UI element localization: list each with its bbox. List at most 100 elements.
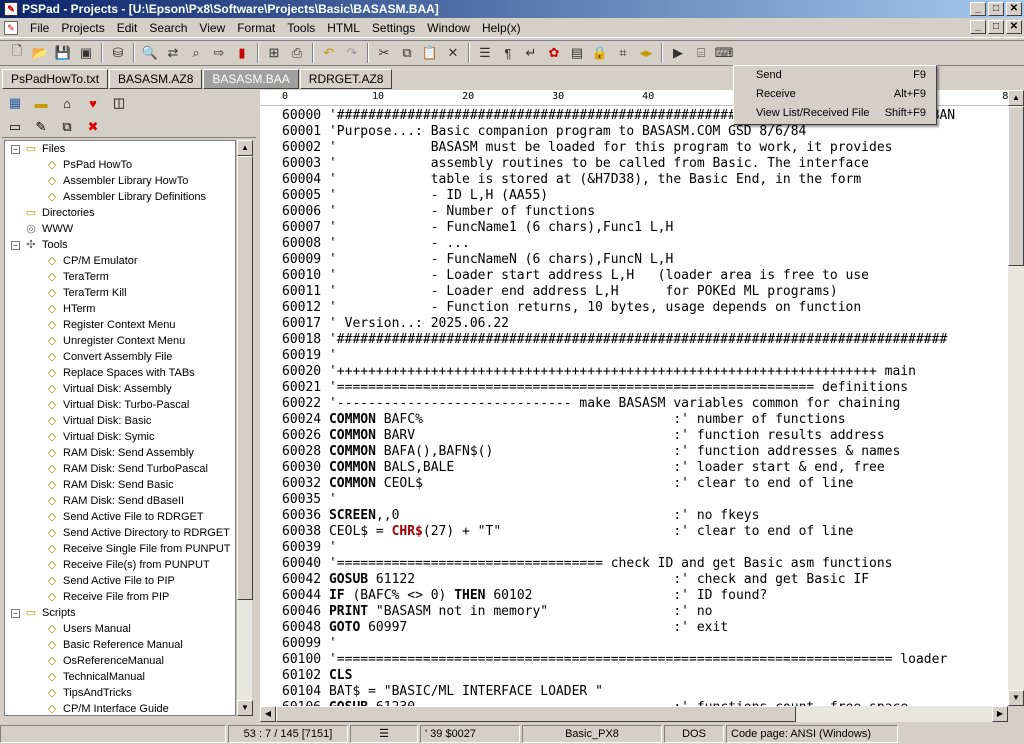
edit-item-icon[interactable]: ✎	[30, 117, 52, 137]
code-line[interactable]: 60022 '------------------------------ ma…	[282, 396, 1008, 412]
code-editor[interactable]: 01020304050607080 60000 '###############…	[260, 90, 1008, 706]
tree-item[interactable]: ◇ CP/M Interface Guide	[5, 701, 235, 715]
project-icon[interactable]: ⛁	[107, 42, 129, 64]
menu-settings[interactable]: Settings	[366, 19, 421, 37]
code-line[interactable]: 60021 '=================================…	[282, 380, 1008, 396]
code-line[interactable]: 60012 ' - Function returns, 10 bytes, us…	[282, 300, 1008, 316]
menu-tools[interactable]: Tools	[281, 19, 321, 37]
cut-icon[interactable]: ✂	[373, 42, 395, 64]
code-line[interactable]: 60001 'Purpose...: Basic companion progr…	[282, 124, 1008, 140]
scroll-down-icon[interactable]: ▼	[1008, 690, 1024, 706]
code-line[interactable]: 60044 IF (BAFC% <> 0) THEN 60102 :' ID f…	[282, 588, 1008, 604]
tree-item[interactable]: ◇ TechnicalManual	[5, 669, 235, 685]
code-line[interactable]: 60007 ' - FuncName1 (6 chars),Func1 L,H	[282, 220, 1008, 236]
scroll-up-icon[interactable]: ▲	[1008, 90, 1024, 106]
copy-icon[interactable]: ⧉	[396, 42, 418, 64]
copy-item-icon[interactable]: ⧉	[56, 117, 78, 137]
code-line[interactable]: 60020 '+++++++++++++++++++++++++++++++++…	[282, 364, 1008, 380]
favorites-icon[interactable]: ♥	[82, 93, 104, 113]
menu-edit[interactable]: Edit	[111, 19, 144, 37]
tree-item[interactable]: ◇ RAM Disk: Send TurboPascal	[5, 461, 235, 477]
tree-item[interactable]: ◇ Virtual Disk: Turbo-Pascal	[5, 397, 235, 413]
code-explorer-icon[interactable]: ▤	[566, 42, 588, 64]
undo-icon[interactable]: ↶	[318, 42, 340, 64]
tab-rdrget-az8[interactable]: RDRGET.AZ8	[299, 69, 393, 89]
tree-item[interactable]: ◇ TeraTerm Kill	[5, 285, 235, 301]
preview-icon[interactable]: ⊞	[263, 42, 285, 64]
tree-item[interactable]: ◇ Virtual Disk: Assembly	[5, 381, 235, 397]
menu-item-view-list[interactable]: View List/Received File Shift+F9	[734, 104, 936, 123]
menu-file[interactable]: File	[24, 19, 55, 37]
code-line[interactable]: 60040 '=================================…	[282, 556, 1008, 572]
code-line[interactable]: 60011 ' - Loader end address L,H for POK…	[282, 284, 1008, 300]
tree-item[interactable]: ◇ TeraTerm	[5, 269, 235, 285]
save-all-icon[interactable]: ▣	[75, 42, 97, 64]
tree-item[interactable]: ◇ RAM Disk: Send Basic	[5, 477, 235, 493]
redo-icon[interactable]: ↷	[341, 42, 363, 64]
editor-hscroll-thumb[interactable]	[276, 706, 796, 722]
hex-icon[interactable]: ⌗	[612, 42, 634, 64]
tree-item[interactable]: ◇ Users Manual	[5, 621, 235, 637]
close-button[interactable]: ✕	[1006, 2, 1022, 16]
tree-item[interactable]: − ▭ Scripts	[5, 605, 235, 621]
menu-help[interactable]: Help(x)	[476, 19, 527, 37]
code-line[interactable]: 60006 ' - Number of functions	[282, 204, 1008, 220]
print-icon[interactable]: ⎙	[286, 42, 308, 64]
pspad-app-icon[interactable]: ✎	[4, 2, 18, 16]
code-line[interactable]: 60010 ' - Loader start address L,H (load…	[282, 268, 1008, 284]
tree-item[interactable]: ◇ Receive Single File from PUNPUT	[5, 541, 235, 557]
lock-icon[interactable]: 🔒	[589, 42, 611, 64]
code-line[interactable]: 60099 '	[282, 636, 1008, 652]
scroll-right-icon[interactable]: ▶	[992, 706, 1008, 722]
tree-item[interactable]: ▭ Directories	[5, 205, 235, 221]
tree-item[interactable]: ◇ OsReferenceManual	[5, 653, 235, 669]
tree-expander-icon[interactable]: −	[11, 240, 20, 250]
tree-item[interactable]: ◇ Register Context Menu	[5, 317, 235, 333]
tree-item[interactable]: ◇ Send Active File to RDRGET	[5, 509, 235, 525]
code-line[interactable]: 60035 '	[282, 492, 1008, 508]
code-text[interactable]: 60000 '#################################…	[282, 108, 1008, 706]
run-icon[interactable]: ▶	[667, 42, 689, 64]
tree-item[interactable]: ◇ Assembler Library HowTo	[5, 173, 235, 189]
syntax-icon[interactable]: ✿	[543, 42, 565, 64]
tree-item[interactable]: ◇ RAM Disk: Send dBaseII	[5, 493, 235, 509]
tree-item[interactable]: ◇ Send Active File to PIP	[5, 573, 235, 589]
code-line[interactable]: 60019 '	[282, 348, 1008, 364]
editor-vscrollbar[interactable]: ▲ ▼	[1008, 90, 1024, 706]
code-line[interactable]: 60039 '	[282, 540, 1008, 556]
editor-scroll-thumb[interactable]	[1008, 106, 1024, 266]
menu-search[interactable]: Search	[143, 19, 193, 37]
menu-item-receive[interactable]: Receive Alt+F9	[734, 85, 936, 104]
code-line[interactable]: 60008 ' - ...	[282, 236, 1008, 252]
tree-item[interactable]: ◇ Receive File from PIP	[5, 589, 235, 605]
wrap-icon[interactable]: ↵	[520, 42, 542, 64]
paste-icon[interactable]: 📋	[419, 42, 441, 64]
line-ending[interactable]: DOS	[664, 725, 724, 743]
tree-item[interactable]: ◇ TipsAndTricks	[5, 685, 235, 701]
find-next-icon[interactable]: ⇨	[208, 42, 230, 64]
open-file-icon[interactable]: 📂	[29, 42, 51, 64]
find-in-files-icon[interactable]: ⌕	[185, 42, 207, 64]
code-line[interactable]: 60009 ' - FuncNameN (6 chars),FuncN L,H	[282, 252, 1008, 268]
tree-item[interactable]: − ✣ Tools	[5, 237, 235, 253]
tree-expander-icon[interactable]: −	[11, 144, 20, 154]
show-chars-icon[interactable]: ¶	[497, 42, 519, 64]
windows-icon[interactable]: ◫	[108, 93, 130, 113]
code-line[interactable]: 60104 BAT$ = "BASIC/ML INTERFACE LOADER …	[282, 684, 1008, 700]
scroll-left-icon[interactable]: ◀	[260, 706, 276, 722]
doc-close-button[interactable]: ✕	[1006, 20, 1022, 34]
tree-item[interactable]: ◇ Send Active Directory to RDRGET	[5, 525, 235, 541]
tree-item[interactable]: − ▭ Files	[5, 141, 235, 157]
tree-item[interactable]: ◇ RAM Disk: Send Assembly	[5, 445, 235, 461]
tree-item[interactable]: ◇ Virtual Disk: Symic	[5, 429, 235, 445]
bookmark-icon[interactable]: ▮	[231, 42, 253, 64]
menu-format[interactable]: Format	[231, 19, 281, 37]
project-tree-icon[interactable]: ▦	[4, 93, 26, 113]
tree-item[interactable]: ◇ Unregister Context Menu	[5, 333, 235, 349]
code-line[interactable]: 60042 GOSUB 61122 :' check and get Basic…	[282, 572, 1008, 588]
code-line[interactable]: 60038 CEOL$ = CHR$(27) + "T" :' clear to…	[282, 524, 1008, 540]
code-line[interactable]: 60017 ' Version..: 2025.06.22	[282, 316, 1008, 332]
tree-expander-icon[interactable]: −	[11, 608, 20, 618]
code-line[interactable]: 60026 COMMON BARV :' function results ad…	[282, 428, 1008, 444]
macro-icon[interactable]: ⌸	[690, 42, 712, 64]
